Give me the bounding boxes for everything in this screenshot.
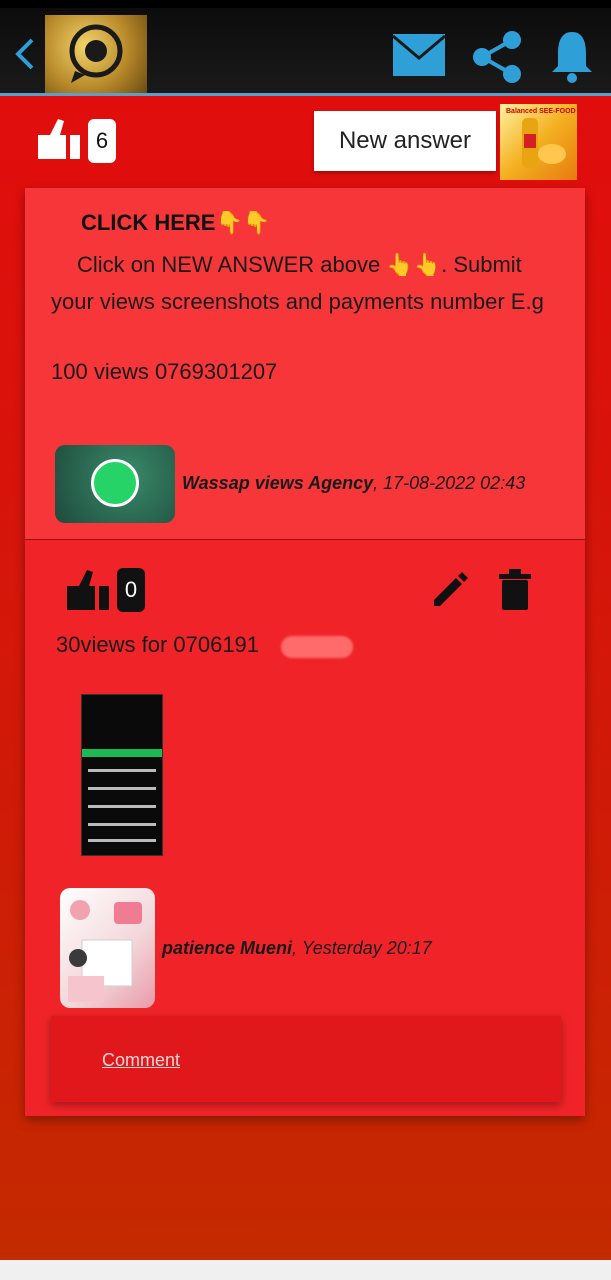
post-1-body: Click on NEW ANSWER above 👆👆. Submit you… xyxy=(51,246,556,390)
post-1: CLICK HERE👇👇 Click on NEW ANSWER above 👆… xyxy=(25,188,585,539)
post-1-avatar[interactable] xyxy=(55,445,175,523)
post-2-like-count: 0 xyxy=(117,568,145,612)
screenshot-row xyxy=(88,823,156,826)
chevron-left-icon[interactable] xyxy=(10,34,38,74)
ad-banner[interactable]: Balanced SEE-FOOD xyxy=(500,104,577,180)
post-2-date: , Yesterday 20:17 xyxy=(292,938,432,958)
post-1-line-2: 100 views 0769301207 xyxy=(51,359,278,384)
post-1-author-line: Wassap views Agency, 17-08-2022 02:43 xyxy=(182,473,525,494)
post-1-heading: CLICK HERE👇👇 xyxy=(81,210,271,235)
post-2-author-line: patience Mueni, Yesterday 20:17 xyxy=(162,938,432,959)
app-bar xyxy=(0,8,611,93)
post-1-date: , 17-08-2022 02:43 xyxy=(373,473,526,493)
post-2-screenshot-image[interactable] xyxy=(81,694,163,856)
post-1-author[interactable]: Wassap views Agency xyxy=(182,473,373,493)
comment-link[interactable]: Comment xyxy=(102,1050,180,1071)
screenshot-row xyxy=(88,769,156,772)
post-2-avatar[interactable] xyxy=(60,888,155,1008)
bell-icon[interactable] xyxy=(548,28,596,84)
post-2-author[interactable]: patience Mueni xyxy=(162,938,292,958)
thumbs-up-icon[interactable] xyxy=(36,117,84,161)
whatsapp-icon xyxy=(91,459,139,507)
share-icon[interactable] xyxy=(470,30,524,84)
answers-card: CLICK HERE👇👇 Click on NEW ANSWER above 👆… xyxy=(25,188,585,1116)
post-1-line-1: Click on NEW ANSWER above 👆👆. Submit you… xyxy=(51,252,544,314)
app-logo[interactable] xyxy=(45,15,147,93)
new-answer-button[interactable]: New answer xyxy=(314,111,496,171)
question-like-count: 6 xyxy=(88,119,116,163)
post-2-body: 30views for 0706191 xyxy=(56,632,260,657)
screenshot-row xyxy=(88,839,156,842)
status-bar xyxy=(0,0,611,8)
thumbs-up-icon[interactable] xyxy=(65,568,113,612)
screenshot-row xyxy=(88,787,156,790)
screenshot-header-bar xyxy=(82,749,162,757)
screenshot-row xyxy=(88,805,156,808)
redaction-scribble xyxy=(281,636,353,658)
ad-banner-label: Balanced SEE-FOOD xyxy=(506,108,576,115)
comment-box: Comment xyxy=(51,1016,561,1102)
bottom-bar xyxy=(0,1260,611,1280)
mail-icon[interactable] xyxy=(392,33,446,77)
pencil-icon[interactable] xyxy=(430,570,470,610)
trash-icon[interactable] xyxy=(497,568,533,610)
